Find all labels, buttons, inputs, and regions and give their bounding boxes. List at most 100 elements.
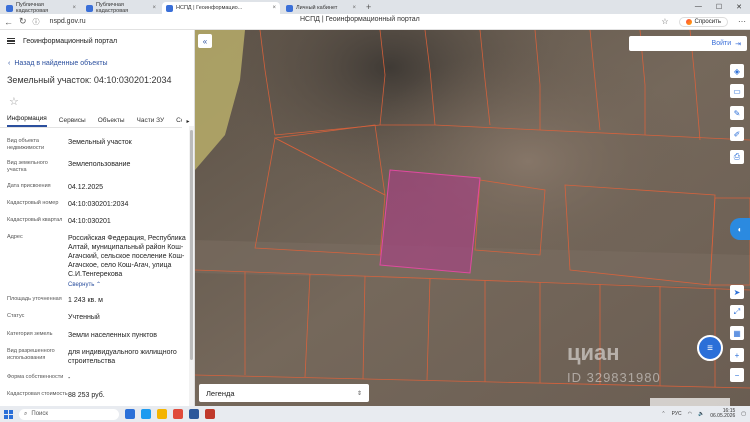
menu-icon[interactable] xyxy=(7,37,15,45)
reload-icon[interactable]: ↻ xyxy=(19,16,27,27)
property-key: Форма собственности xyxy=(7,373,64,380)
property-row: Категория земель Земли населенных пункто… xyxy=(7,331,187,340)
property-key: Дата присвоения xyxy=(7,182,51,189)
property-value: - xyxy=(68,374,71,382)
ask-button[interactable]: Спросить xyxy=(678,16,728,27)
start-windows-icon[interactable] xyxy=(4,409,13,419)
url-field[interactable]: nspd.gov.ru xyxy=(50,18,86,25)
language-indicator[interactable]: РУС xyxy=(672,411,682,417)
property-key: Площадь уточненная xyxy=(7,296,62,303)
word-icon[interactable] xyxy=(189,409,199,419)
bookmark-star-icon[interactable]: ☆ xyxy=(661,17,668,26)
collapse-link[interactable]: Свернуть ⌃ xyxy=(68,281,187,288)
app-red-icon[interactable] xyxy=(205,409,215,419)
property-value: 04:10:030201 xyxy=(68,217,111,225)
minus-icon: − xyxy=(734,370,740,380)
property-row: Адрес Российская Федерация, Республика А… xyxy=(7,234,187,288)
app-icon[interactable] xyxy=(125,409,135,419)
watermark-id: ID 329831980 xyxy=(567,370,661,385)
cadastral-map[interactable] xyxy=(195,30,750,406)
property-value: для индивидуального жилищного строительс… xyxy=(68,348,177,365)
tab-parts[interactable]: Части ЗУ xyxy=(137,117,165,127)
property-row: Кадастровая стоимость 88 253 руб. xyxy=(7,391,187,400)
chat-button[interactable]: ≡ xyxy=(697,335,723,361)
property-value: 04.12.2025 xyxy=(68,183,104,191)
scrollbar-thumb[interactable] xyxy=(190,130,193,360)
close-icon[interactable]: × xyxy=(72,5,76,11)
close-window-icon[interactable]: ✕ xyxy=(736,3,742,11)
close-icon[interactable]: × xyxy=(352,5,356,11)
browser-tab-3[interactable]: НСПД | Геоинформацио... × xyxy=(162,2,280,14)
chat-icon: ≡ xyxy=(707,342,713,354)
login-icon: ⇥ xyxy=(735,40,741,48)
assistant-icon xyxy=(685,18,692,25)
draw-tool-button[interactable]: ✐ xyxy=(730,127,744,141)
maximize-icon[interactable]: ☐ xyxy=(716,3,722,11)
date: 06.05.2026 xyxy=(710,413,736,419)
favicon-icon xyxy=(86,4,93,12)
favicon-icon xyxy=(166,4,173,12)
property-key: Категория земель xyxy=(7,330,53,337)
notification-icon[interactable]: ▢ xyxy=(741,411,746,417)
edge-icon[interactable] xyxy=(141,409,151,419)
taskbar-search[interactable]: ⌕ Поиск xyxy=(19,408,119,420)
chevron-up-icon: ⌃ xyxy=(96,282,102,289)
tab-services[interactable]: Сервисы xyxy=(59,117,86,127)
selected-parcel[interactable] xyxy=(379,169,481,274)
property-key: Адрес xyxy=(7,233,23,240)
folder-icon[interactable] xyxy=(157,409,167,419)
close-icon[interactable]: × xyxy=(272,5,276,11)
browser-tab-4[interactable]: Личный кабинет × xyxy=(282,2,360,14)
menu-dots-icon[interactable]: ⋯ xyxy=(738,17,746,26)
measure-tool-button[interactable]: ▭ xyxy=(730,84,744,98)
edit-tool-button[interactable]: ✎ xyxy=(730,106,744,120)
property-value: Земельный участок xyxy=(68,139,132,146)
browser-tab-bar: Публичная кадастровая × Публичная кадаст… xyxy=(0,0,750,14)
yandex-icon[interactable] xyxy=(173,409,183,419)
chevron-up-down-icon: ⇕ xyxy=(356,390,362,397)
property-row: Форма собственности - xyxy=(7,374,187,383)
zoom-out-button[interactable]: − xyxy=(730,368,744,382)
close-icon[interactable]: × xyxy=(152,5,156,11)
map-view[interactable]: « Войти ⇥ ◈ ▭ ✎ ✐ ⎙ ◐ ➤ ⤢ ▦ + − ≡ циан I… xyxy=(195,30,750,406)
property-key: Вид земельного участка xyxy=(7,160,48,174)
clock[interactable]: 16:15 06.05.2026 xyxy=(710,408,736,420)
location-arrow-icon: ➤ xyxy=(733,287,741,297)
property-row: Дата присвоения 04.12.2025 xyxy=(7,183,187,192)
tab-objects[interactable]: Объекты xyxy=(98,117,125,127)
chevron-left-icon: ‹ xyxy=(8,60,11,67)
tab-info[interactable]: Информация xyxy=(7,115,47,127)
legend-dropdown[interactable]: Легенда ⇕ xyxy=(199,384,369,402)
browser-extensions: ☆ Спросить ⋯ xyxy=(661,16,746,27)
search-placeholder: Поиск xyxy=(31,411,49,417)
property-row: Кадастровый квартал 04:10:030201 xyxy=(7,217,187,226)
feedback-widget[interactable]: ◐ xyxy=(730,218,750,240)
login-button[interactable]: Войти ⇥ xyxy=(629,36,747,51)
browser-tab-1[interactable]: Публичная кадастровая × xyxy=(2,2,80,14)
wifi-icon[interactable]: ◠ xyxy=(688,411,692,417)
minimize-icon[interactable]: — xyxy=(695,3,702,11)
browser-tab-2[interactable]: Публичная кадастровая × xyxy=(82,2,160,14)
property-value: Земли населенных пунктов xyxy=(68,331,158,339)
tab-title: Личный кабинет xyxy=(296,5,338,11)
volume-icon[interactable]: 🔈 xyxy=(698,411,704,417)
portal-header: Геоинформационный портал xyxy=(0,30,194,52)
collapse-panel-button[interactable]: « xyxy=(198,34,212,48)
map-scale-bar xyxy=(650,398,730,406)
chevron-up-icon[interactable]: ⌃ xyxy=(661,411,665,417)
fullscreen-button[interactable]: ⤢ xyxy=(730,305,744,319)
zoom-in-button[interactable]: + xyxy=(730,348,744,362)
print-button[interactable]: ⎙ xyxy=(730,150,744,164)
new-tab-icon[interactable]: + xyxy=(366,2,371,12)
plus-icon: + xyxy=(734,350,740,360)
back-to-results-link[interactable]: ‹ Назад в найденные объекты xyxy=(0,60,194,67)
layers-tool-button[interactable]: ◈ xyxy=(730,64,744,78)
property-row: Кадастровый номер 04:10:030201:2034 xyxy=(7,200,187,209)
favorite-star-icon[interactable]: ☆ xyxy=(9,95,194,108)
locate-button[interactable]: ➤ xyxy=(730,285,744,299)
back-arrow-icon[interactable]: ← xyxy=(4,17,13,27)
site-info-icon[interactable]: ⓘ xyxy=(33,17,40,27)
system-tray: ⌃ РУС ◠ 🔈 16:15 06.05.2026 ▢ xyxy=(661,408,746,420)
chat-bubble-icon: ◐ xyxy=(737,224,743,234)
basemap-button[interactable]: ▦ xyxy=(730,326,744,340)
